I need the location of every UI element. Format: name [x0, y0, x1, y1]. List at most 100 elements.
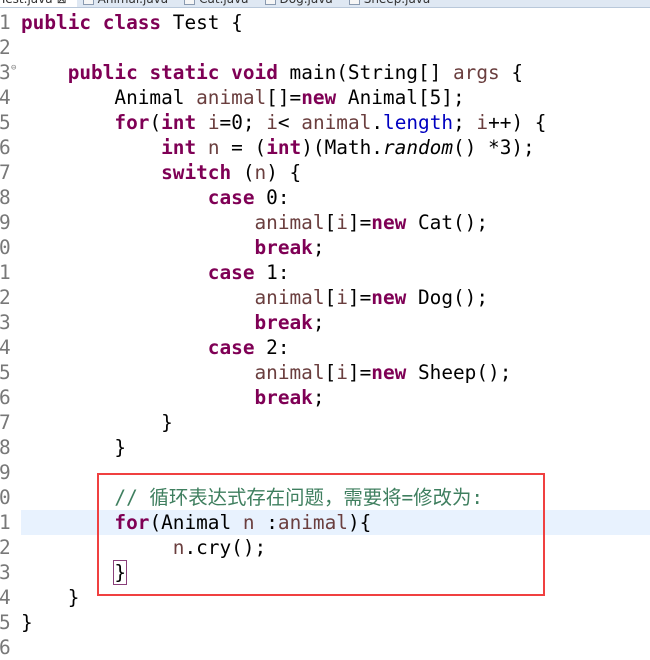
keyword: case	[207, 261, 255, 284]
fold-toggle-icon[interactable]: ⊖	[11, 56, 16, 81]
line-number: 1	[0, 511, 11, 534]
code-line[interactable]: 1 for(Animal n :animal){	[0, 510, 650, 535]
code-token: main(String[]	[277, 61, 453, 84]
variable: i	[207, 111, 220, 134]
code-line[interactable]: 6 break;	[0, 385, 650, 410]
line-number: 9	[0, 461, 11, 484]
code-line[interactable]: 4 }	[0, 585, 650, 610]
code-line[interactable]: 2 animal[i]=new Dog();	[0, 285, 650, 310]
code-line[interactable]: 9 animal[i]=new Cat();	[0, 210, 650, 235]
keyword: static	[149, 61, 220, 84]
code-token: Test {	[161, 11, 243, 34]
code-text: break;	[21, 235, 324, 260]
code-token: ]=	[347, 286, 372, 309]
close-tab-icon[interactable]: ⊠	[57, 0, 67, 7]
code-text: n.cry();	[21, 535, 266, 560]
code-line[interactable]: 5}	[0, 610, 650, 635]
keyword: new	[371, 286, 407, 309]
code-line[interactable]: 3 break;	[0, 310, 650, 335]
keyword: new	[301, 86, 337, 109]
code-text: switch (n) {	[21, 160, 301, 185]
tab-test-java[interactable]: Test.java ⊠	[0, 0, 77, 7]
line-number: 9	[0, 211, 11, 234]
code-line[interactable]: 8 case 0:	[0, 185, 650, 210]
line-number: 1	[0, 11, 11, 34]
code-line[interactable]: 0 // 循环表达式存在问题，需要将=修改为:	[0, 485, 650, 510]
code-line[interactable]: 5 animal[i]=new Sheep();	[0, 360, 650, 385]
code-token: random	[382, 136, 454, 159]
variable: args	[453, 61, 500, 84]
keyword: break	[254, 236, 313, 259]
line-number: 5	[0, 111, 11, 134]
code-token: ;	[312, 386, 325, 409]
java-file-icon	[82, 0, 94, 5]
keyword: case	[207, 336, 255, 359]
line-number: 0	[0, 236, 11, 259]
variable: i	[336, 286, 348, 309]
editor-tab-bar: Test.java ⊠ Animal.java Cat.java Dog.java She…	[0, 0, 650, 8]
code-token: }	[21, 436, 127, 459]
keyword: void	[231, 61, 278, 84]
code-token: ) {	[266, 161, 302, 184]
keyword: switch	[161, 161, 232, 184]
code-line[interactable]: 4 case 2:	[0, 335, 650, 360]
java-file-icon	[184, 0, 196, 5]
code-text: animal[i]=new Sheep();	[21, 360, 511, 385]
code-token: (	[231, 161, 255, 184]
variable: animal	[254, 286, 325, 309]
tab-dog-java[interactable]: Dog.java	[259, 0, 343, 7]
code-line[interactable]: 2	[0, 35, 650, 60]
code-line[interactable]: 6	[0, 635, 650, 660]
variable: n	[172, 536, 185, 559]
code-token: = (	[219, 136, 267, 159]
code-text: case 1:	[21, 260, 290, 285]
code-line[interactable]: 7 switch (n) {	[0, 160, 650, 185]
code-line[interactable]: 8 }	[0, 435, 650, 460]
code-token: Sheep();	[406, 361, 512, 384]
code-line[interactable]: 5 for(int i=0; i< animal.length; i++) {	[0, 110, 650, 135]
code-line[interactable]: 4 Animal animal[]=new Animal[5];	[0, 85, 650, 110]
code-line[interactable]: 6 int n = (int)(Math.random() *3);	[0, 135, 650, 160]
code-text: // 循环表达式存在问题，需要将=修改为:	[21, 485, 483, 510]
code-line[interactable]: 0 break;	[0, 235, 650, 260]
variable: i	[476, 111, 489, 134]
tab-cat-java[interactable]: Cat.java	[178, 0, 258, 7]
code-text: }	[21, 585, 80, 610]
code-line[interactable]: 2 n.cry();	[0, 535, 650, 560]
code-text: Animal animal[]=new Animal[5];	[21, 85, 464, 110]
keyword: break	[254, 386, 313, 409]
code-token: Cat();	[406, 211, 489, 234]
code-line[interactable]: 1 public class Test {	[0, 10, 650, 35]
variable: animal	[254, 361, 325, 384]
code-token: 0:	[254, 186, 290, 209]
code-token: 1:	[254, 261, 290, 284]
code-line[interactable]: 7 }	[0, 410, 650, 435]
tab-label: Sheep.java	[364, 0, 431, 7]
tab-label: Test.java	[0, 0, 53, 7]
code-line[interactable]: 9	[0, 460, 650, 485]
code-text: }	[21, 610, 33, 635]
code-text: }	[21, 560, 128, 585]
code-line[interactable]: 1 case 1:	[0, 260, 650, 285]
code-token: Animal	[21, 86, 197, 109]
variable: animal	[196, 86, 267, 109]
line-number: 4	[0, 86, 11, 109]
code-line[interactable]: 3 ⊖ public static void main(String[] args…	[0, 60, 650, 85]
tab-animal-java[interactable]: Animal.java	[77, 0, 178, 7]
line-number: 6	[0, 636, 11, 659]
code-line[interactable]: 3 }	[0, 560, 650, 585]
comment: // 循环表达式存在问题，需要将=修改为:	[114, 486, 484, 509]
tab-sheep-java[interactable]: Sheep.java	[343, 0, 441, 7]
line-number: 5	[0, 611, 11, 634]
code-text: animal[i]=new Dog();	[21, 285, 488, 310]
code-editor[interactable]: 1 public class Test {2 3 ⊖ public static vo…	[0, 10, 650, 660]
